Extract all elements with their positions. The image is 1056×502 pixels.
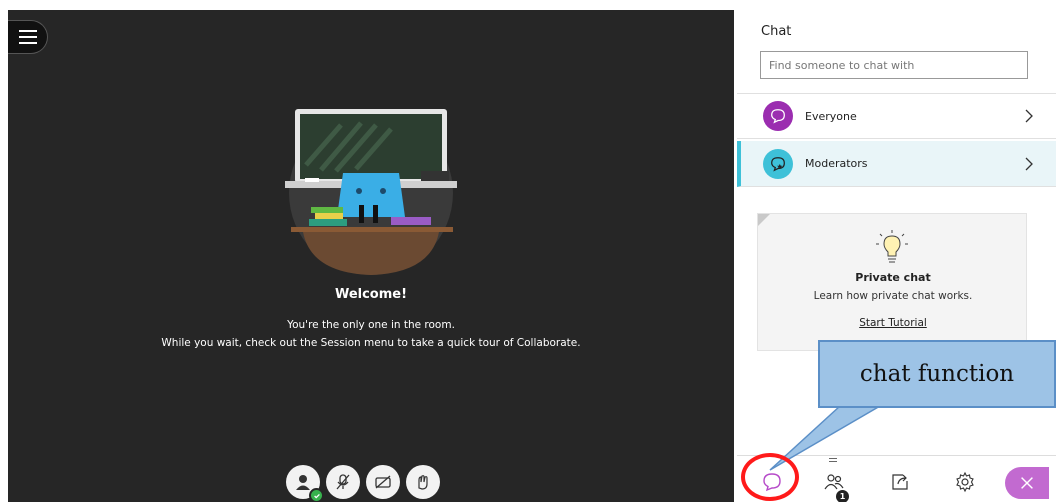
annotation-callout: chat function	[818, 340, 1056, 408]
chat-bubble-icon	[763, 101, 793, 131]
chat-row-label: Everyone	[805, 109, 857, 123]
camera-toggle-button[interactable]	[366, 465, 400, 499]
camera-off-icon	[375, 475, 391, 489]
menu-line-icon	[18, 42, 37, 44]
settings-tab-button[interactable]	[949, 466, 981, 498]
start-tutorial-link[interactable]: Start Tutorial	[758, 317, 1028, 329]
chat-row-moderators[interactable]: Moderators	[737, 141, 1056, 187]
classroom-illustration	[285, 109, 457, 275]
microphone-off-icon	[336, 474, 350, 490]
close-panel-button[interactable]	[1005, 467, 1049, 499]
chevron-right-icon	[1025, 157, 1033, 170]
raise-hand-button[interactable]	[406, 465, 440, 499]
welcome-message: You're the only one in the room.	[287, 319, 455, 331]
session-menu-button[interactable]	[8, 20, 48, 54]
lightbulb-icon	[876, 230, 908, 263]
media-controls	[286, 465, 440, 502]
chevron-right-icon	[1025, 109, 1033, 123]
moderator-chat-icon	[763, 148, 793, 179]
user-avatar-icon	[296, 475, 310, 490]
welcome-title: Welcome!	[334, 287, 408, 302]
attendee-count-badge: 1	[836, 490, 849, 502]
panel-title: Chat	[761, 24, 792, 39]
card-title: Private chat	[855, 271, 931, 284]
card-corner-decoration	[758, 214, 770, 226]
menu-line-icon	[18, 30, 37, 32]
settings-icon	[956, 471, 974, 493]
share-content-tab-button[interactable]	[884, 466, 916, 498]
microphone-toggle-button[interactable]	[326, 465, 360, 499]
close-icon	[1021, 477, 1033, 489]
status-check-icon	[309, 488, 324, 502]
annotation-highlight-ring	[741, 453, 799, 501]
annotation-label: chat function	[859, 361, 1015, 387]
menu-line-icon	[18, 36, 37, 38]
raise-hand-icon	[418, 475, 428, 490]
chat-row-label: Moderators	[805, 157, 868, 170]
share-content-icon	[892, 474, 908, 490]
chat-row-everyone[interactable]: Everyone	[737, 93, 1056, 139]
chat-panel: Chat Everyone Moderators Private chat	[737, 10, 1056, 502]
collaborate-app: Welcome! You're the only one in the room…	[0, 0, 1056, 502]
welcome-hint: While you wait, check out the Session me…	[161, 337, 581, 349]
main-stage: Welcome! You're the only one in the room…	[8, 10, 734, 502]
my-status-button[interactable]	[286, 465, 324, 502]
private-chat-tutorial-card: Private chat Learn how private chat work…	[757, 213, 1027, 351]
grip-handle-icon	[829, 458, 837, 462]
chat-search-input[interactable]	[760, 51, 1028, 79]
card-description: Learn how private chat works.	[813, 290, 973, 302]
